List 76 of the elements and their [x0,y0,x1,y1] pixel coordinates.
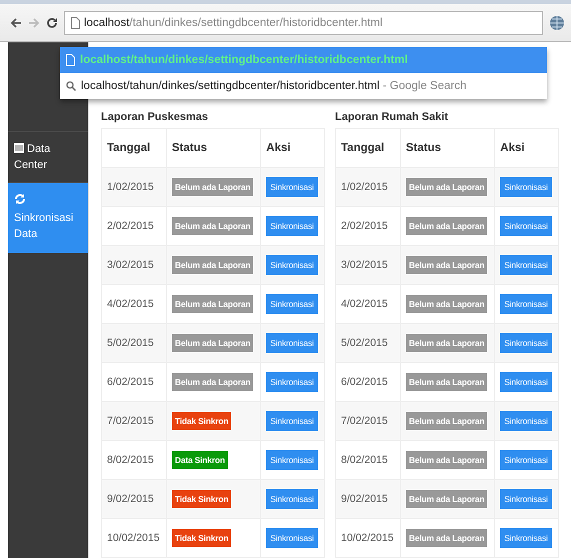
date-cell: 6/02/2015 [102,362,166,402]
table-title: Laporan Puskesmas [101,110,209,125]
sync-button[interactable]: Sinkronisasi [266,255,318,275]
sync-button[interactable]: Sinkronisasi [500,333,552,353]
table-title: Laporan Rumah Sakit [335,110,450,125]
status-label: Belum ada Laporan [406,217,488,235]
sync-button[interactable]: Sinkronisasi [500,177,552,197]
date-cell: 10/02/2015 [102,518,166,558]
suggestion-item[interactable]: localhost/tahun/dinkes/settingdbcenter/historidbcenter.html [60,47,547,73]
sync-button[interactable]: Sinkronisasi [500,489,552,509]
status-label: Tidak Sinkron [172,529,232,547]
suggestion-item[interactable]: localhost/tahun/dinkes/settingdbcenter/historidbcenter.html - Google Search [60,73,547,99]
date-cell: 4/02/2015 [336,284,400,324]
date-cell: 8/02/2015 [336,440,400,480]
status-label: Belum ada Laporan [406,412,488,430]
status-label: Belum ada Laporan [406,490,488,508]
date-cell: 8/02/2015 [102,440,166,480]
date-cell: 1/02/2015 [336,168,400,206]
address-field[interactable]: localhost/tahun/dinkes/settingdbcenter/historidbcenter.html [64,10,543,34]
column-header: Tanggal [102,128,166,168]
date-cell: 7/02/2015 [336,402,400,440]
status-label: Data Sinkron [172,451,228,469]
date-cell: 2/02/2015 [336,206,400,246]
status-label: Belum ada Laporan [406,334,488,352]
date-cell: 7/02/2015 [102,402,166,440]
sync-button[interactable]: Sinkronisasi [266,411,318,431]
date-cell: 6/02/2015 [336,362,400,402]
sync-button[interactable]: Sinkronisasi [266,333,318,353]
status-label: Tidak Sinkron [172,490,232,508]
table-icon [14,142,24,152]
column-header: Tanggal [336,128,400,168]
sync-button[interactable]: Sinkronisasi [500,450,552,470]
sync-button[interactable]: Sinkronisasi [266,489,318,509]
status-label: Belum ada Laporan [172,295,254,313]
status-label: Belum ada Laporan [406,529,488,547]
status-label: Belum ada Laporan [172,373,254,391]
date-cell: 10/02/2015 [336,518,400,558]
date-cell: 9/02/2015 [102,480,166,518]
globe-icon[interactable] [549,14,565,30]
sync-button[interactable]: Sinkronisasi [500,411,552,431]
date-cell: 5/02/2015 [102,324,166,362]
date-cell: 3/02/2015 [336,246,400,284]
back-icon[interactable] [10,16,22,28]
sync-button[interactable]: Sinkronisasi [266,216,318,236]
status-label: Belum ada Laporan [172,178,254,196]
sync-button[interactable]: Sinkronisasi [500,294,552,314]
sync-button[interactable]: Sinkronisasi [500,372,552,392]
status-label: Belum ada Laporan [406,373,488,391]
search-icon [66,81,76,91]
sync-button[interactable]: Sinkronisasi [266,177,318,197]
sync-button[interactable]: Sinkronisasi [266,372,318,392]
status-label: Belum ada Laporan [172,334,254,352]
status-label: Belum ada Laporan [406,256,488,274]
sync-button[interactable]: Sinkronisasi [500,255,552,275]
date-cell: 2/02/2015 [102,206,166,246]
date-cell: 9/02/2015 [336,480,400,518]
date-cell: 3/02/2015 [102,246,166,284]
page-icon [66,54,75,66]
status-label: Belum ada Laporan [172,256,254,274]
date-cell: 4/02/2015 [102,284,166,324]
date-cell: 5/02/2015 [336,324,400,362]
sync-button[interactable]: Sinkronisasi [266,528,318,548]
sync-button[interactable]: Sinkronisasi [500,528,552,548]
status-label: Belum ada Laporan [406,295,488,313]
sync-button[interactable]: Sinkronisasi [266,294,318,314]
sync-button[interactable]: Sinkronisasi [266,450,318,470]
status-label: Tidak Sinkron [172,412,232,430]
sync-icon [14,193,26,206]
date-cell: 1/02/2015 [102,168,166,206]
status-label: Belum ada Laporan [406,451,488,469]
status-label: Belum ada Laporan [172,217,254,235]
sync-button[interactable]: Sinkronisasi [500,216,552,236]
reload-icon[interactable] [46,16,58,28]
status-label: Belum ada Laporan [406,178,488,196]
sidebar-item[interactable]: Sinkronisasi Data [8,182,88,253]
page-icon [71,16,80,28]
